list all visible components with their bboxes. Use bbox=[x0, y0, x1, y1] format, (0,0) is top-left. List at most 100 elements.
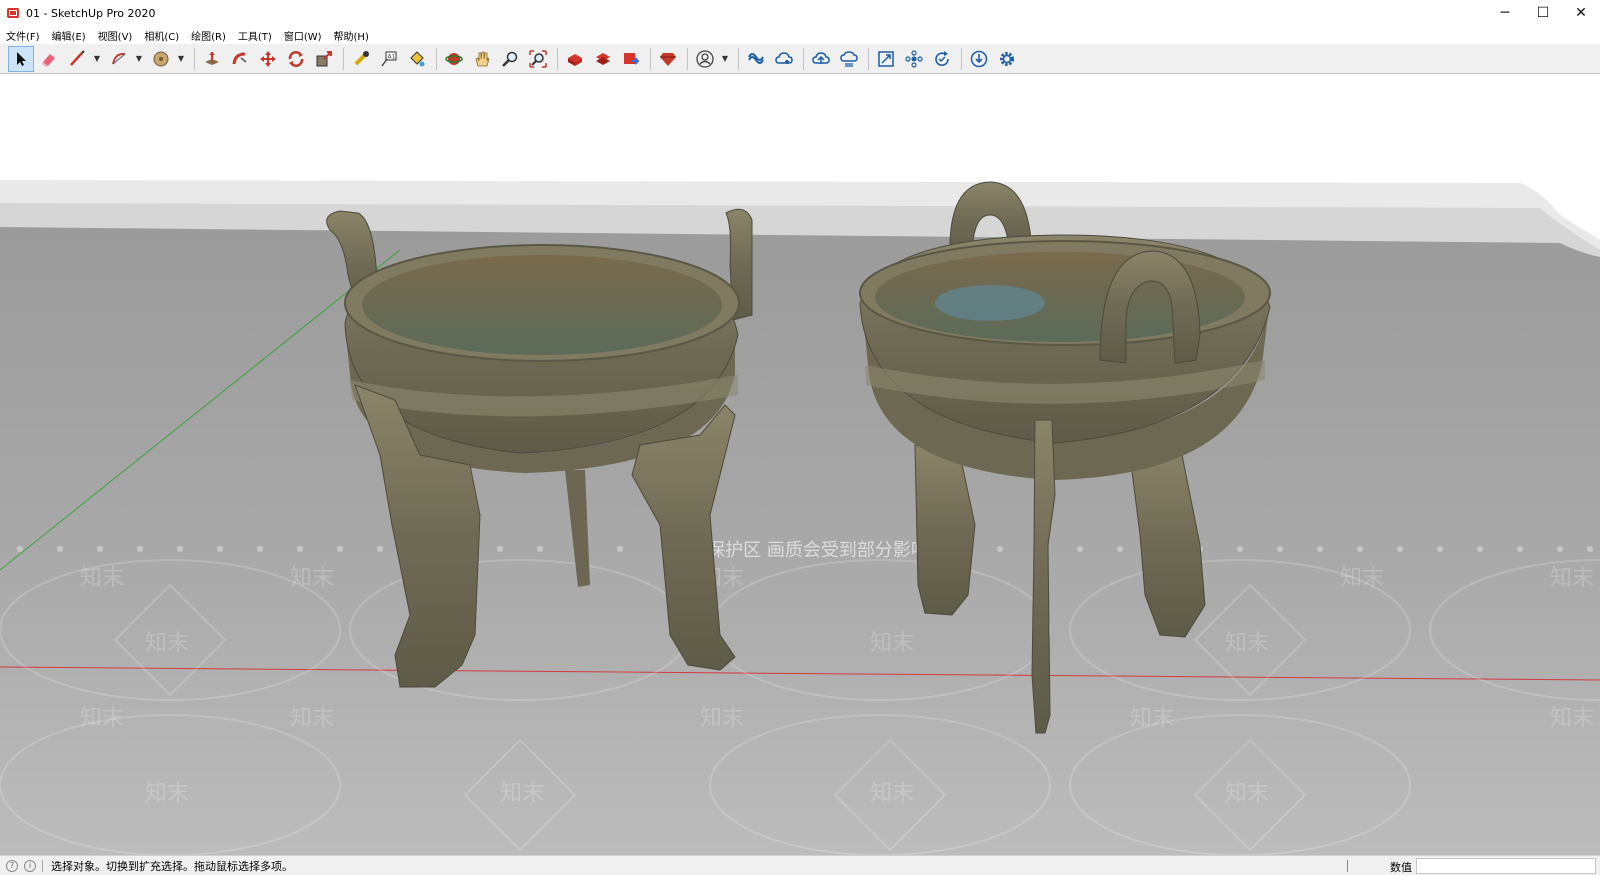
follow-me-tool-button[interactable] bbox=[227, 46, 253, 72]
ruby-icon bbox=[660, 52, 676, 66]
toolbar-divider bbox=[803, 47, 804, 70]
rotate-icon bbox=[288, 50, 304, 67]
arc-icon bbox=[112, 52, 126, 64]
maximize-button[interactable]: ☐ bbox=[1524, 0, 1562, 26]
line-tool-button[interactable] bbox=[64, 46, 90, 72]
toolbar-divider bbox=[687, 47, 688, 70]
pan-tool-button[interactable] bbox=[469, 46, 495, 72]
zoom-extents-tool-button[interactable] bbox=[525, 46, 551, 72]
shape-dropdown[interactable]: ▼ bbox=[176, 46, 186, 72]
menu-tools[interactable]: 工具(T) bbox=[238, 28, 272, 43]
refresh-button[interactable] bbox=[929, 46, 955, 72]
cloud-upload-button[interactable] bbox=[808, 46, 834, 72]
sketchup-logo-icon bbox=[7, 8, 19, 18]
model-viewport[interactable]: 水印保护区 画质会受到部分影响 知末 知末 知末 知末 知末 知末 知末 知末 … bbox=[0, 75, 1600, 855]
layout-send-icon bbox=[624, 52, 640, 65]
svg-text:知末: 知末 bbox=[80, 566, 124, 591]
status-hint: 选择对象。切换到扩充选择。拖动鼠标选择多项。 bbox=[51, 859, 293, 873]
tape-measure-tool-button[interactable] bbox=[348, 46, 374, 72]
account-dropdown[interactable]: ▼ bbox=[720, 46, 730, 72]
components-button[interactable] bbox=[901, 46, 927, 72]
svg-text:A1: A1 bbox=[388, 53, 396, 60]
account-button[interactable] bbox=[692, 46, 718, 72]
info-icon[interactable]: i bbox=[24, 859, 36, 872]
title-bar: 01 - SketchUp Pro 2020 ─ ☐ ✕ bbox=[0, 0, 1600, 26]
line-icon bbox=[70, 49, 85, 66]
follow-me-icon bbox=[232, 52, 247, 64]
svg-text:知末: 知末 bbox=[1225, 631, 1269, 656]
menu-help[interactable]: 帮助(H) bbox=[334, 28, 369, 43]
scene-canvas[interactable]: 水印保护区 画质会受到部分影响 知末 知末 知末 知末 知末 知末 知末 知末 … bbox=[0, 75, 1600, 855]
measurements-input[interactable] bbox=[1416, 858, 1596, 874]
toolbar-divider bbox=[650, 47, 651, 70]
download-icon bbox=[970, 50, 988, 67]
cloud-sync-icon bbox=[840, 50, 858, 67]
svg-text:知末: 知末 bbox=[290, 706, 334, 731]
trimble-connect-icon bbox=[748, 52, 764, 64]
minimize-button[interactable]: ─ bbox=[1486, 0, 1524, 26]
measurements-divider bbox=[1347, 860, 1348, 872]
menu-edit[interactable]: 编辑(E) bbox=[52, 28, 86, 43]
download-button[interactable] bbox=[966, 46, 992, 72]
geo-location-icon[interactable]: ? bbox=[6, 859, 18, 872]
3d-warehouse-button[interactable] bbox=[562, 46, 588, 72]
svg-text:知末: 知末 bbox=[870, 781, 914, 806]
push-pull-tool-button[interactable] bbox=[199, 46, 225, 72]
text-icon: A1 bbox=[381, 51, 397, 66]
window-title: 01 - SketchUp Pro 2020 bbox=[26, 6, 156, 20]
scenes-button[interactable] bbox=[873, 46, 899, 72]
zoom-tool-button[interactable] bbox=[497, 46, 523, 72]
arc-tool-button[interactable] bbox=[106, 46, 132, 72]
move-tool-button[interactable] bbox=[255, 46, 281, 72]
arc-dropdown[interactable]: ▼ bbox=[134, 46, 144, 72]
sketchup-window: 01 - SketchUp Pro 2020 ─ ☐ ✕ 文件(F) 编辑(E)… bbox=[0, 0, 1600, 875]
svg-text:知末: 知末 bbox=[145, 631, 189, 656]
cloud-upload-icon bbox=[812, 51, 830, 64]
eraser-tool-button[interactable] bbox=[36, 46, 62, 72]
toolbar-divider bbox=[557, 47, 558, 70]
connect-share-button[interactable] bbox=[771, 46, 797, 72]
text-tool-button[interactable]: A1 bbox=[376, 46, 402, 72]
svg-text:知末: 知末 bbox=[1550, 706, 1594, 731]
svg-text:知末: 知末 bbox=[500, 781, 544, 806]
svg-text:知末: 知末 bbox=[145, 781, 189, 806]
scenes-icon bbox=[878, 50, 894, 67]
svg-text:知末: 知末 bbox=[1550, 566, 1594, 591]
window-controls: ─ ☐ ✕ bbox=[1486, 0, 1600, 26]
shape-tool-button[interactable] bbox=[148, 46, 174, 72]
connect-share-icon bbox=[775, 51, 793, 64]
move-icon bbox=[260, 50, 276, 67]
cloud-sync-button[interactable] bbox=[836, 46, 862, 72]
send-to-layout-button[interactable] bbox=[618, 46, 644, 72]
toolbar-divider bbox=[194, 47, 195, 70]
menu-view[interactable]: 视图(V) bbox=[98, 28, 133, 43]
extension-warehouse-button[interactable] bbox=[590, 46, 616, 72]
account-icon bbox=[696, 49, 714, 68]
toolbar-divider bbox=[868, 47, 869, 70]
svg-text:知末: 知末 bbox=[1130, 706, 1174, 731]
scale-tool-button[interactable] bbox=[311, 46, 337, 72]
push-pull-icon bbox=[205, 51, 219, 65]
zoom-extents-icon bbox=[529, 49, 547, 68]
rotate-tool-button[interactable] bbox=[283, 46, 309, 72]
menu-draw[interactable]: 绘图(R) bbox=[191, 28, 226, 43]
measurements-label: 数值 bbox=[1390, 861, 1412, 874]
select-tool-button[interactable] bbox=[8, 45, 34, 72]
components-icon bbox=[905, 49, 923, 68]
orbit-tool-button[interactable] bbox=[441, 46, 467, 72]
pan-icon bbox=[475, 51, 490, 66]
close-button[interactable]: ✕ bbox=[1562, 0, 1600, 26]
trimble-connect-button[interactable] bbox=[743, 46, 769, 72]
menu-camera[interactable]: 相机(C) bbox=[144, 28, 179, 43]
menu-bar: 文件(F) 编辑(E) 视图(V) 相机(C) 绘图(R) 工具(T) 窗口(W… bbox=[0, 26, 1600, 44]
paint-bucket-tool-button[interactable] bbox=[404, 46, 430, 72]
svg-text:知末: 知末 bbox=[1340, 566, 1384, 591]
svg-text:知末: 知末 bbox=[870, 631, 914, 656]
menu-window[interactable]: 窗口(W) bbox=[284, 28, 322, 43]
ruby-console-button[interactable] bbox=[655, 46, 681, 72]
line-dropdown[interactable]: ▼ bbox=[92, 46, 102, 72]
select-icon bbox=[17, 51, 26, 66]
settings-button[interactable] bbox=[994, 46, 1020, 72]
svg-text:知末: 知末 bbox=[1225, 781, 1269, 806]
menu-file[interactable]: 文件(F) bbox=[6, 28, 40, 43]
